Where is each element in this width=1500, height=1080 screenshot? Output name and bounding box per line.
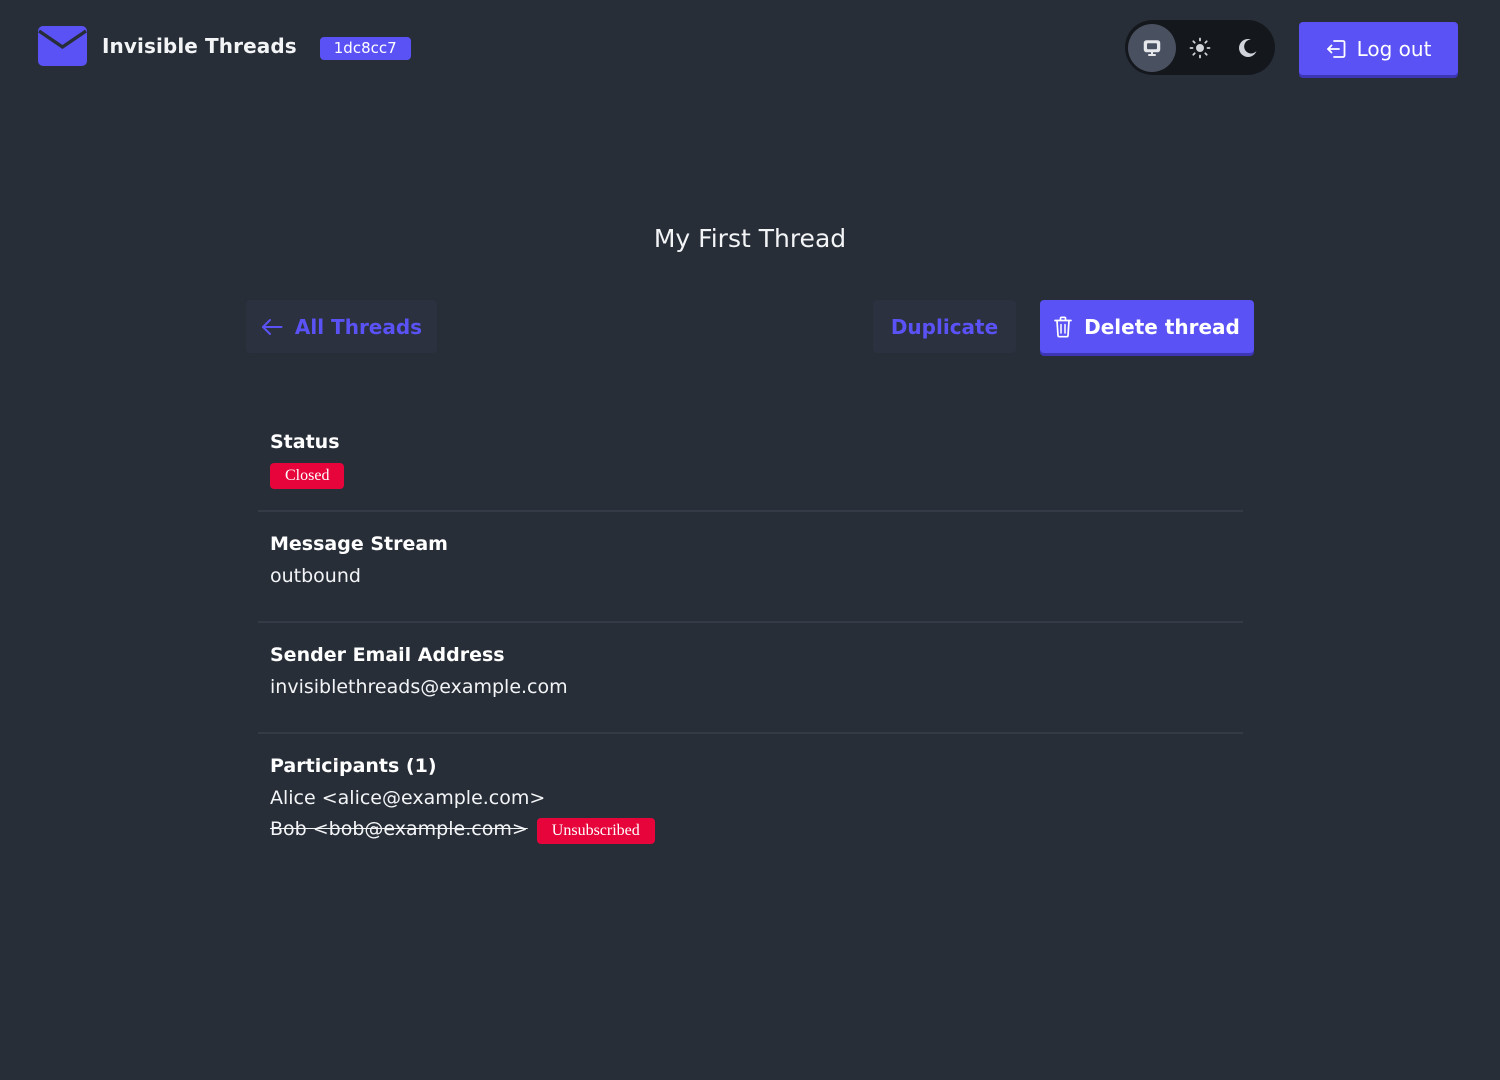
arrow-left-icon <box>261 318 283 336</box>
brand[interactable]: Invisible Threads 1dc8cc7 <box>38 26 411 66</box>
all-threads-button[interactable]: All Threads <box>246 300 437 353</box>
sender-value: invisiblethreads@example.com <box>270 676 568 698</box>
participant-text: Alice <alice@example.com> <box>270 787 546 809</box>
participant-text: Bob <bob@example.com> <box>270 818 528 840</box>
monitor-icon <box>1143 39 1161 57</box>
page-title: My First Thread <box>653 224 847 253</box>
unsubscribed-badge: Unsubscribed <box>536 818 655 844</box>
participant-item: Bob <bob@example.com> Unsubscribed <box>270 814 1231 845</box>
participants-field: Participants (1) Alice <alice@example.co… <box>258 734 1243 845</box>
message-stream-value: outbound <box>270 565 361 587</box>
sender-field: Sender Email Address invisiblethreads@ex… <box>258 623 1243 734</box>
delete-thread-button[interactable]: Delete thread <box>1040 300 1254 353</box>
message-stream-label: Message Stream <box>270 533 448 555</box>
participant-item: Alice <alice@example.com> <box>270 783 1231 814</box>
status-badge: Closed <box>270 463 345 489</box>
status-field: Status Closed <box>258 410 1243 512</box>
duplicate-label: Duplicate <box>890 314 999 339</box>
version-badge: 1dc8cc7 <box>319 36 411 60</box>
thread-details: Status Closed Message Stream outbound Se… <box>258 410 1243 845</box>
theme-switcher <box>1125 20 1275 75</box>
app-name: Invisible Threads <box>102 34 297 58</box>
sun-icon <box>1189 37 1211 59</box>
logout-icon <box>1326 38 1346 60</box>
theme-system-button[interactable] <box>1128 23 1176 72</box>
trash-icon <box>1054 315 1072 338</box>
status-label: Status <box>270 431 340 453</box>
theme-dark-button[interactable] <box>1224 24 1272 72</box>
participants-label: Participants (1) <box>270 755 437 777</box>
sender-label: Sender Email Address <box>270 644 505 666</box>
message-stream-field: Message Stream outbound <box>258 512 1243 623</box>
envelope-icon <box>38 26 87 66</box>
all-threads-label: All Threads <box>294 314 423 339</box>
status-value-row: Closed <box>270 459 1231 490</box>
navbar: Invisible Threads 1dc8cc7 Log out <box>0 0 1500 100</box>
delete-thread-label: Delete thread <box>1084 314 1240 339</box>
theme-light-button[interactable] <box>1176 24 1224 72</box>
participant-list: Alice <alice@example.com> Bob <bob@examp… <box>270 783 1231 845</box>
logout-button[interactable]: Log out <box>1299 22 1458 75</box>
logout-label: Log out <box>1356 36 1432 61</box>
moon-icon <box>1237 37 1259 59</box>
duplicate-button[interactable]: Duplicate <box>873 300 1016 353</box>
